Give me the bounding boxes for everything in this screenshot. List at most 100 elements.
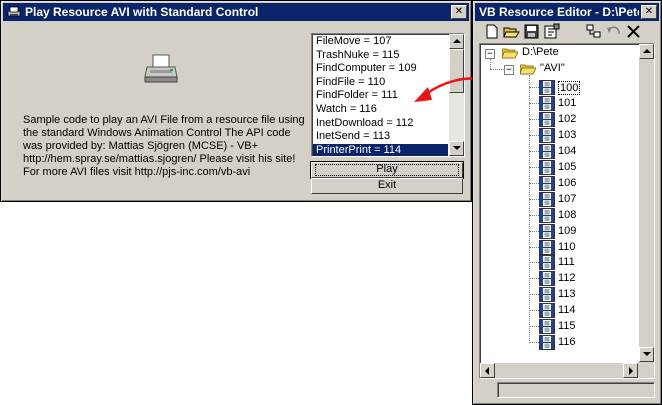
scroll-up-button[interactable] [639,44,654,59]
resource-node-label[interactable]: 101 [558,97,576,109]
arrow-up-icon [453,39,461,43]
tree-line [529,118,539,120]
resource-node-label[interactable]: 112 [558,272,576,284]
resource-node-label[interactable]: 106 [558,177,576,189]
tree-line [529,214,539,216]
tree-view-icon[interactable] [585,23,603,40]
tree-line [529,166,539,168]
resource-tree[interactable]: − D:\Pete − "AVI" 100 101 102 103 104 105 106 1… [479,43,655,379]
resource-node-label[interactable]: 102 [558,113,576,125]
folder-open-icon [520,64,536,75]
scroll-right-button[interactable] [623,363,638,378]
undo-icon[interactable] [605,23,623,40]
description-text: Sample code to play an AVI File from a r… [23,114,305,178]
tree-line [529,310,539,312]
resource-editor-window: VB Resource Editor - D:\Pete... ✕ − D:\P… [472,0,662,405]
tree-vscrollbar[interactable] [639,44,654,362]
avi-resource-icon [539,127,555,143]
app-icon [7,6,21,17]
resource-node-label[interactable]: 114 [558,304,576,316]
list-item[interactable]: PrinterPrint = 114 [313,143,448,156]
scroll-corner [638,362,654,378]
tree-line [529,102,539,104]
resource-node-label[interactable]: 110 [558,241,576,253]
tree-line [529,246,539,248]
avi-resource-icon [539,96,555,111]
resource-node-label[interactable]: 103 [558,129,576,141]
avi-resource-icon [539,255,555,271]
avi-resource-icon [539,80,555,95]
printer-animation-icon [144,54,178,83]
status-bar [497,382,655,398]
play-button[interactable]: Play [310,161,464,179]
avi-resource-icon [539,175,555,191]
avi-folder-expander[interactable]: − [504,65,514,75]
new-icon[interactable] [483,23,501,40]
resource-node-label[interactable]: 111 [558,256,575,268]
avi-resource-icon [539,143,555,159]
root-node-label[interactable]: D:\Pete [522,46,559,58]
close-icon: ✕ [454,6,464,17]
editor-close-button[interactable]: ✕ [641,5,657,19]
resource-node-label[interactable]: 105 [558,161,576,173]
avi-resource-icon [539,223,555,239]
scroll-down-button[interactable] [639,347,654,362]
arrow-head [414,87,432,102]
resource-node-label[interactable]: 116 [558,336,576,348]
resource-node-label[interactable]: 100 [558,81,581,95]
tree-line [529,150,539,152]
tree-line [529,75,530,343]
title-bar[interactable]: Play Resource AVI with Standard Control … [3,3,469,21]
delete-icon[interactable] [625,23,643,40]
tree-line [529,262,539,264]
play-button-label: Play [376,163,398,175]
exit-button[interactable]: Exit [311,178,463,194]
arrow-down-icon [453,146,461,150]
avi-resource-icon [539,191,555,207]
tree-line [529,342,539,344]
tree-line [490,59,491,69]
properties-icon[interactable] [543,23,561,40]
scroll-down-button[interactable] [449,141,464,156]
scroll-left-button[interactable] [480,363,495,378]
editor-title: VB Resource Editor - D:\Pete... [479,5,639,19]
close-icon: ✕ [644,6,654,17]
resource-node-label[interactable]: 107 [558,193,576,205]
avi-resource-icon [539,319,555,335]
exit-button-label: Exit [377,179,397,191]
window-title: Play Resource AVI with Standard Control [25,5,259,19]
resource-node-label[interactable]: 113 [558,288,576,300]
save-icon[interactable] [523,23,541,40]
list-item[interactable]: TrashNuke = 115 [313,49,448,63]
tree-hscrollbar[interactable] [480,363,638,378]
arrow-left-icon [485,367,489,375]
tree-line [529,230,539,232]
tree-line [529,198,539,200]
list-item[interactable]: FileMove = 107 [313,35,448,49]
arrow-right-icon [629,367,633,375]
open-icon[interactable] [503,23,521,40]
avi-resource-icon [539,335,555,351]
resource-node-label[interactable]: 108 [558,209,576,221]
avi-resource-icon [539,111,555,127]
avi-resource-icon [539,207,555,223]
tree-line [529,278,539,280]
avi-folder-label[interactable]: "AVI" [540,62,565,74]
scroll-up-button[interactable] [449,34,464,49]
avi-resource-icon [539,303,555,319]
arrow-up-icon [643,49,651,53]
close-button[interactable]: ✕ [451,5,467,19]
root-expander[interactable]: − [485,49,495,59]
avi-resource-icon [539,287,555,303]
resource-node-label[interactable]: 109 [558,225,576,237]
tree-line [529,326,539,328]
avi-resource-icon [539,271,555,287]
resource-node-label[interactable]: 115 [558,320,576,332]
avi-resource-icon [539,239,555,255]
avi-resource-icon [539,159,555,175]
resource-node-label[interactable]: 104 [558,145,576,157]
editor-title-bar[interactable]: VB Resource Editor - D:\Pete... ✕ [475,3,659,21]
tree-line [529,294,539,296]
tree-line [529,134,539,136]
tree-line [529,87,539,88]
